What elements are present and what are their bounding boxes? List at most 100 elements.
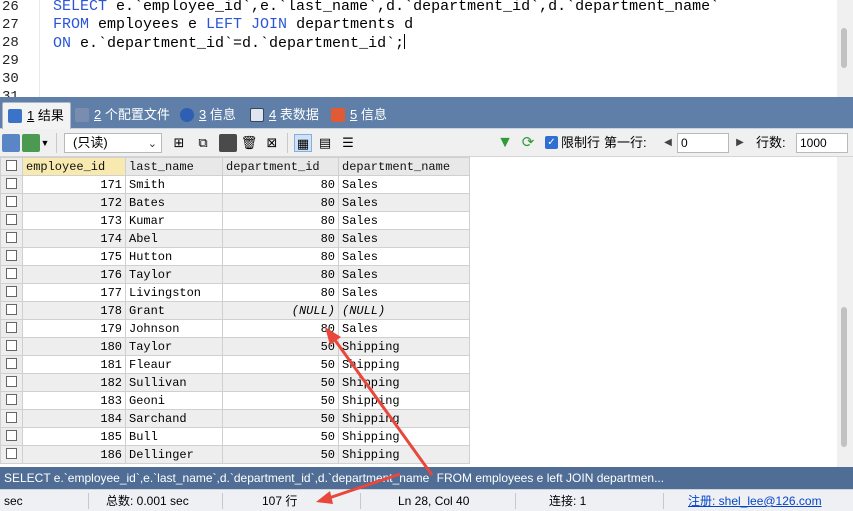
cell-department-id[interactable]: 80 bbox=[222, 175, 339, 194]
cell-department-id[interactable]: (NULL) bbox=[222, 301, 339, 320]
export-icon[interactable] bbox=[22, 134, 40, 152]
table-row[interactable]: 179 Johnson 80 Sales bbox=[0, 319, 470, 338]
cell-department-name[interactable]: Shipping bbox=[338, 373, 470, 392]
cell-employee-id[interactable]: 182 bbox=[22, 373, 126, 392]
filter-icon[interactable]: ▼ bbox=[496, 134, 514, 152]
cell-employee-id[interactable]: 176 bbox=[22, 265, 126, 284]
result-grid[interactable]: employee_id last_name department_id depa… bbox=[0, 157, 470, 464]
next-page-icon[interactable]: ▶ bbox=[734, 135, 746, 151]
table-row[interactable]: 172 Bates 80 Sales bbox=[0, 193, 470, 212]
cell-department-name[interactable]: Sales bbox=[338, 211, 470, 230]
cell-employee-id[interactable]: 181 bbox=[22, 355, 126, 374]
row-checkbox[interactable] bbox=[0, 319, 23, 338]
cell-department-name[interactable]: Sales bbox=[338, 247, 470, 266]
row-checkbox[interactable] bbox=[0, 265, 23, 284]
row-checkbox[interactable] bbox=[0, 301, 23, 320]
cell-department-name[interactable]: Sales bbox=[338, 175, 470, 194]
text-mode-icon[interactable]: ☰ bbox=[339, 134, 357, 152]
grid-view-icon[interactable] bbox=[2, 134, 20, 152]
delete-icon[interactable]: 🗑 bbox=[240, 134, 258, 152]
row-checkbox[interactable] bbox=[0, 193, 23, 212]
cell-employee-id[interactable]: 179 bbox=[22, 319, 126, 338]
row-checkbox[interactable] bbox=[0, 337, 23, 356]
row-checkbox[interactable] bbox=[0, 427, 23, 446]
column-header-employee-id[interactable]: employee_id bbox=[22, 157, 126, 176]
cell-employee-id[interactable]: 184 bbox=[22, 409, 126, 428]
table-row[interactable]: 182 Sullivan 50 Shipping bbox=[0, 373, 470, 392]
row-checkbox[interactable] bbox=[0, 229, 23, 248]
cell-employee-id[interactable]: 175 bbox=[22, 247, 126, 266]
row-checkbox[interactable] bbox=[0, 283, 23, 302]
cell-department-name[interactable]: Shipping bbox=[338, 337, 470, 356]
code-line[interactable]: ON e.`department_id`=d.`department_id`; bbox=[53, 34, 406, 52]
column-header-department-name[interactable]: department_name bbox=[338, 157, 470, 176]
row-checkbox[interactable] bbox=[0, 409, 23, 428]
cell-last-name[interactable]: Abel bbox=[125, 229, 223, 248]
cell-department-name[interactable]: Sales bbox=[338, 193, 470, 212]
cell-last-name[interactable]: Sullivan bbox=[125, 373, 223, 392]
add-row-icon[interactable]: ⊞ bbox=[170, 134, 188, 152]
cell-department-id[interactable]: 80 bbox=[222, 193, 339, 212]
tab-result[interactable]: 1 结果 bbox=[2, 102, 71, 129]
row-count-input[interactable]: 1000 bbox=[796, 133, 848, 153]
cell-department-id[interactable]: 50 bbox=[222, 409, 339, 428]
table-row[interactable]: 181 Fleaur 50 Shipping bbox=[0, 355, 470, 374]
cell-employee-id[interactable]: 171 bbox=[22, 175, 126, 194]
cell-last-name[interactable]: Bates bbox=[125, 193, 223, 212]
table-row[interactable]: 180 Taylor 50 Shipping bbox=[0, 337, 470, 356]
cell-employee-id[interactable]: 177 bbox=[22, 283, 126, 302]
table-row[interactable]: 183 Geoni 50 Shipping bbox=[0, 391, 470, 410]
cell-department-name[interactable]: Sales bbox=[338, 265, 470, 284]
cell-last-name[interactable]: Sarchand bbox=[125, 409, 223, 428]
save-icon[interactable] bbox=[219, 134, 237, 152]
cell-department-name[interactable]: Sales bbox=[338, 319, 470, 338]
cell-last-name[interactable]: Taylor bbox=[125, 265, 223, 284]
tab-profile[interactable]: 2 个配置文件 bbox=[70, 102, 176, 129]
form-mode-icon[interactable]: ▤ bbox=[316, 134, 334, 152]
cell-employee-id[interactable]: 186 bbox=[22, 445, 126, 464]
cell-department-name[interactable]: Sales bbox=[338, 229, 470, 248]
code-line[interactable]: SELECT e.`employee_id`,e.`last_name`,d.`… bbox=[53, 0, 719, 16]
tab-table-data[interactable]: 4 表数据 bbox=[245, 102, 325, 129]
cell-department-id[interactable]: 50 bbox=[222, 391, 339, 410]
row-checkbox[interactable] bbox=[0, 247, 23, 266]
tab-info-2[interactable]: 5 信息 bbox=[326, 102, 393, 129]
cell-last-name[interactable]: Dellinger bbox=[125, 445, 223, 464]
duplicate-row-icon[interactable]: ⧉ bbox=[194, 134, 212, 152]
grid-scrollbar-thumb[interactable] bbox=[841, 307, 847, 447]
cell-employee-id[interactable]: 185 bbox=[22, 427, 126, 446]
refresh-icon[interactable]: ⟳ bbox=[519, 134, 537, 152]
table-row[interactable]: 176 Taylor 80 Sales bbox=[0, 265, 470, 284]
cell-department-id[interactable]: 80 bbox=[222, 265, 339, 284]
cell-department-id[interactable]: 50 bbox=[222, 373, 339, 392]
cell-department-name[interactable]: Shipping bbox=[338, 391, 470, 410]
select-all-checkbox[interactable] bbox=[0, 157, 23, 176]
table-row[interactable]: 184 Sarchand 50 Shipping bbox=[0, 409, 470, 428]
cell-last-name[interactable]: Hutton bbox=[125, 247, 223, 266]
row-checkbox[interactable] bbox=[0, 391, 23, 410]
first-row-input[interactable]: 0 bbox=[677, 133, 729, 153]
table-row[interactable]: 174 Abel 80 Sales bbox=[0, 229, 470, 248]
cell-last-name[interactable]: Taylor bbox=[125, 337, 223, 356]
cell-department-name[interactable]: Sales bbox=[338, 283, 470, 302]
cell-employee-id[interactable]: 180 bbox=[22, 337, 126, 356]
table-row[interactable]: 178 Grant (NULL) (NULL) bbox=[0, 301, 470, 320]
editor-scrollbar-thumb[interactable] bbox=[841, 28, 847, 68]
cell-department-name[interactable]: Shipping bbox=[338, 427, 470, 446]
row-checkbox[interactable] bbox=[0, 445, 23, 464]
cell-department-name[interactable]: Shipping bbox=[338, 355, 470, 374]
cell-department-id[interactable]: 50 bbox=[222, 337, 339, 356]
cell-employee-id[interactable]: 178 bbox=[22, 301, 126, 320]
row-checkbox[interactable] bbox=[0, 175, 23, 194]
cell-last-name[interactable]: Smith bbox=[125, 175, 223, 194]
cell-department-id[interactable]: 80 bbox=[222, 229, 339, 248]
cell-department-id[interactable]: 80 bbox=[222, 211, 339, 230]
row-checkbox[interactable] bbox=[0, 355, 23, 374]
cell-last-name[interactable]: Fleaur bbox=[125, 355, 223, 374]
cell-employee-id[interactable]: 172 bbox=[22, 193, 126, 212]
cell-department-name[interactable]: (NULL) bbox=[338, 301, 470, 320]
cell-employee-id[interactable]: 174 bbox=[22, 229, 126, 248]
editor-scrollbar[interactable] bbox=[837, 0, 853, 97]
cell-department-id[interactable]: 50 bbox=[222, 427, 339, 446]
cell-last-name[interactable]: Geoni bbox=[125, 391, 223, 410]
